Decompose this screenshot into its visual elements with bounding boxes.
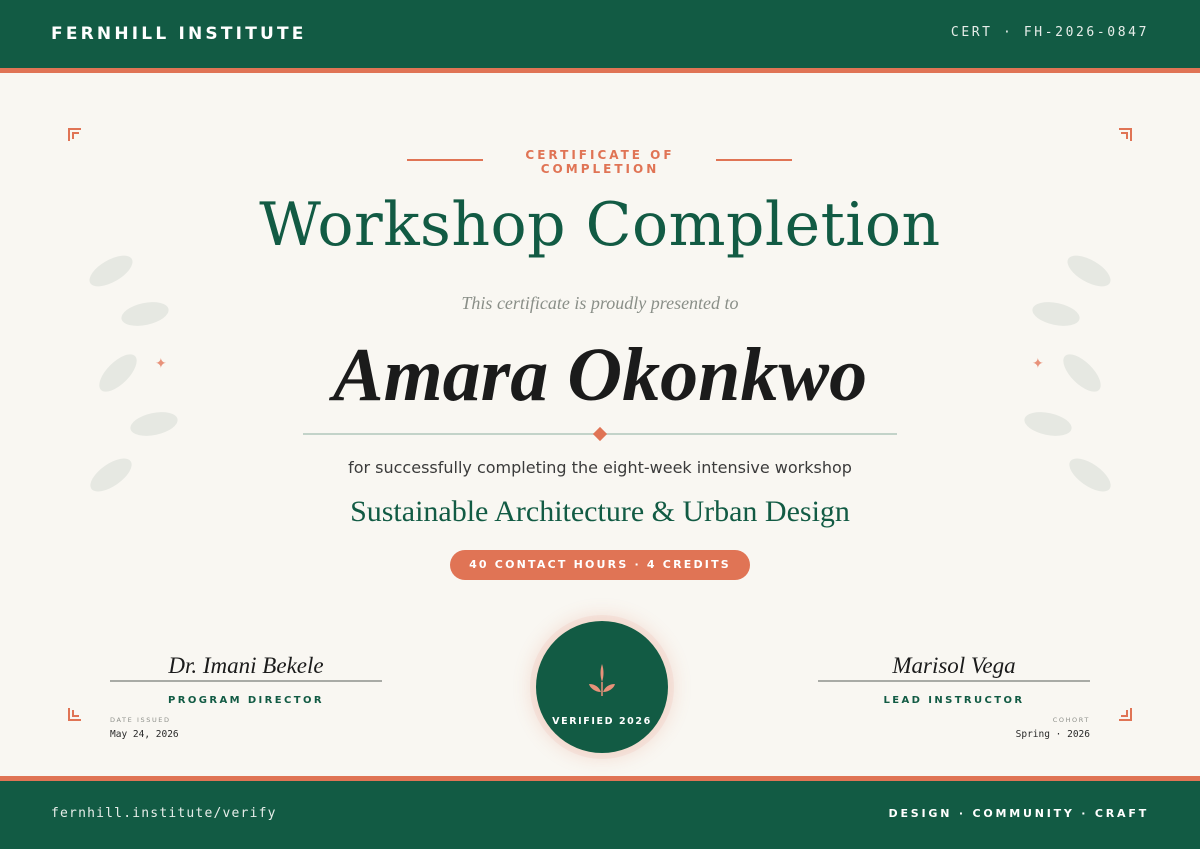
eyebrow-line-1: CERTIFICATE OF: [525, 148, 675, 162]
signature-program-director: Dr. Imani Bekele: [168, 653, 324, 678]
recipient-name: Amara Okonkwo: [332, 333, 868, 417]
institute-name: FERNHILL INSTITUTE: [51, 24, 307, 44]
diamond-ornament-icon: [592, 426, 608, 442]
corner-ornament-bottom-right: [1119, 708, 1132, 721]
certificate-number: CERT · FH-2026-0847: [950, 25, 1149, 40]
signature-role-left: PROGRAM DIRECTOR: [168, 695, 324, 706]
certificate-eyebrow: CERTIFICATE OF COMPLETION: [500, 148, 700, 176]
signature-line-left: [110, 680, 382, 682]
credits-badge: 40 CONTACT HOURS · 4 CREDITS: [450, 550, 750, 580]
sprout-icon: [589, 664, 615, 696]
corner-ornament-top-right: [1119, 128, 1132, 141]
cohort-label: COHORT: [1052, 716, 1090, 724]
header-bar: FERNHILL INSTITUTE CERT · FH-2026-0847: [0, 0, 1200, 68]
certificate-title: Workshop Completion: [259, 190, 941, 260]
verification-seal: VERIFIED 2026: [536, 621, 668, 753]
corner-ornament-bottom-left: [68, 708, 81, 721]
footer-tagline: DESIGN · COMMUNITY · CRAFT: [888, 807, 1149, 820]
course-title: Sustainable Architecture & Urban Design: [350, 495, 850, 528]
cohort-value: Spring · 2026: [1015, 729, 1090, 740]
date-issued-label: DATE ISSUED: [110, 716, 171, 724]
verify-link[interactable]: fernhill.institute/verify: [51, 806, 277, 821]
seal-text: VERIFIED 2026: [552, 716, 652, 727]
signature-line-right: [818, 680, 1090, 682]
signature-role-right: LEAD INSTRUCTOR: [883, 695, 1025, 706]
corner-ornament-top-left: [68, 128, 81, 141]
eyebrow-rule-right: [716, 159, 792, 161]
eyebrow-rule-left: [407, 159, 483, 161]
header-accent-stripe: [0, 68, 1200, 73]
eyebrow-line-2: COMPLETION: [540, 162, 660, 176]
date-issued-value: May 24, 2026: [110, 729, 179, 740]
completion-statement: for successfully completing the eight-we…: [348, 458, 852, 477]
presented-to-text: This certificate is proudly presented to: [461, 293, 739, 313]
signature-lead-instructor: Marisol Vega: [892, 653, 1016, 678]
